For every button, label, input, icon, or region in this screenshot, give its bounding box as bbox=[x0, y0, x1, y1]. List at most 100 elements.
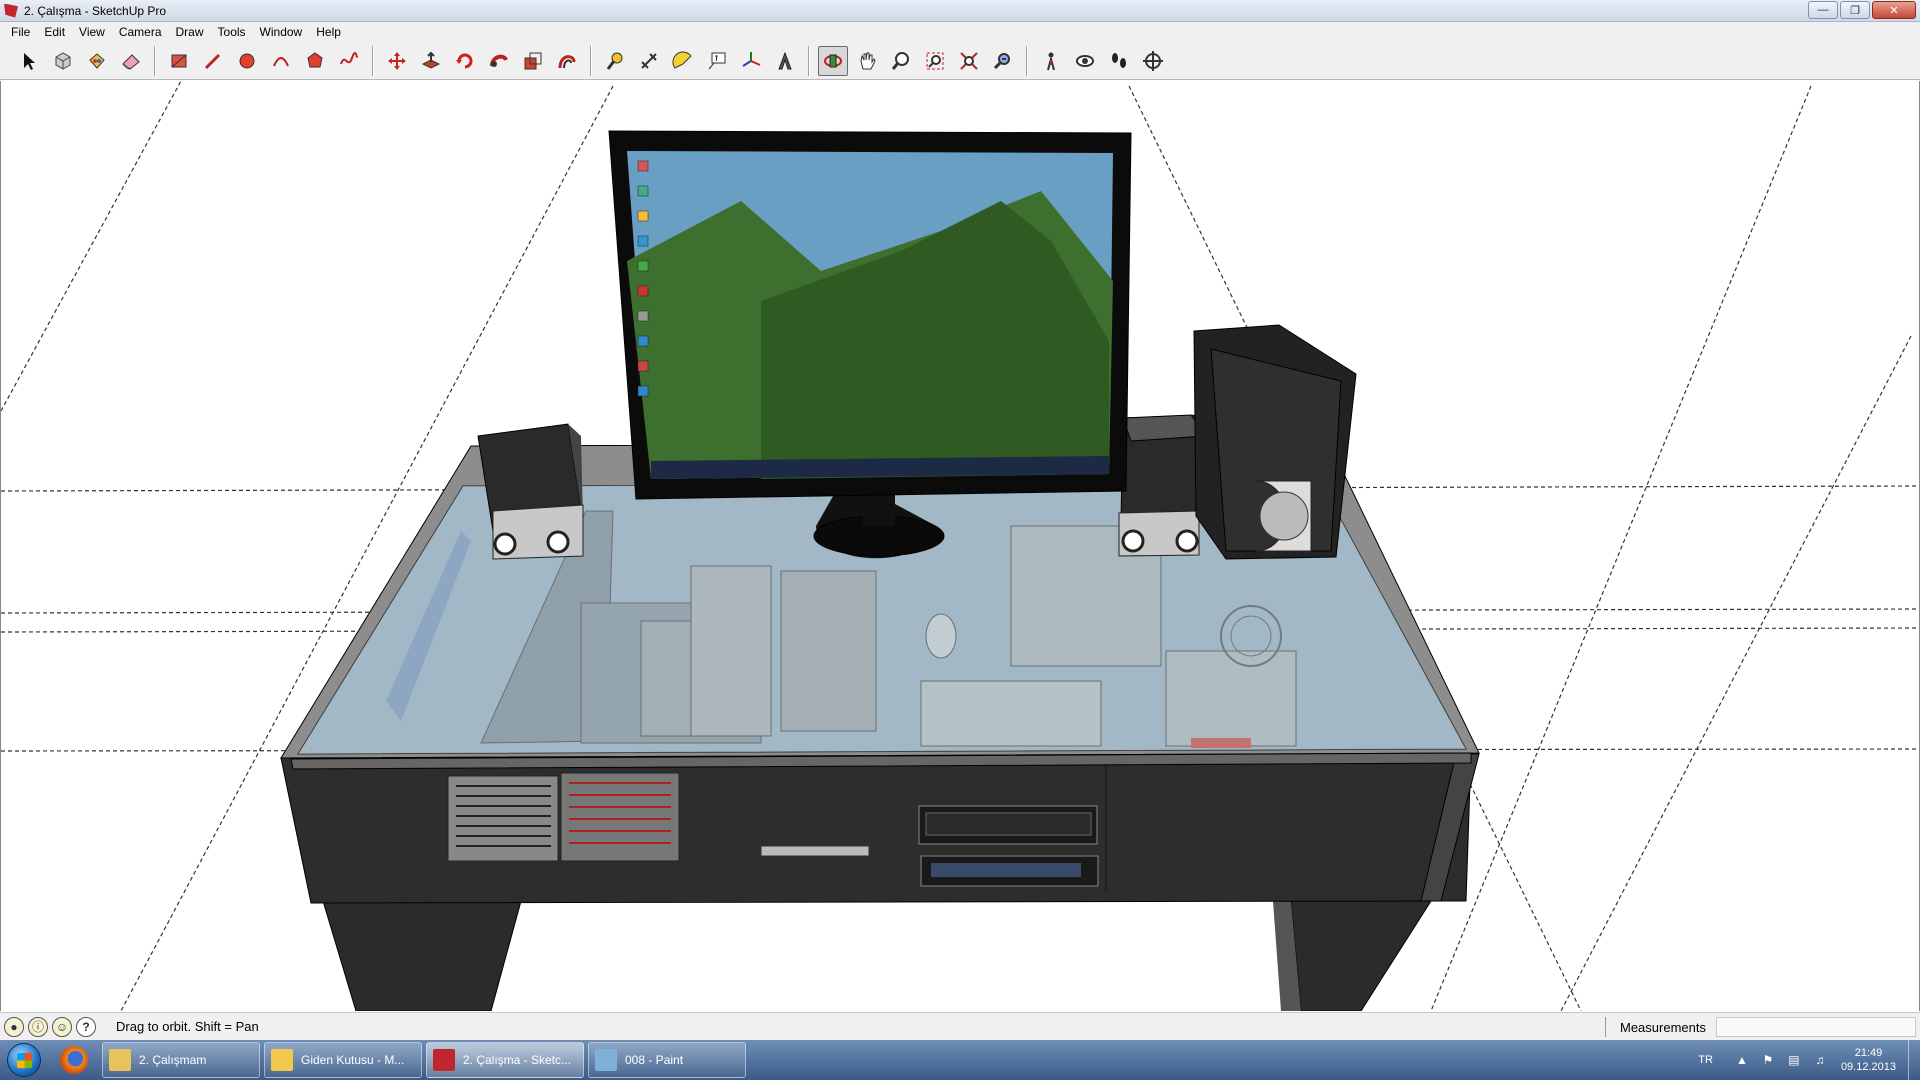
menu-tools[interactable]: Tools bbox=[211, 25, 253, 39]
rectangle-tool[interactable] bbox=[164, 46, 194, 76]
3d-text-tool[interactable] bbox=[770, 46, 800, 76]
task-outlook[interactable]: Giden Kutusu - M... bbox=[264, 1042, 422, 1078]
paint-bucket-icon bbox=[89, 52, 105, 69]
pan-icon bbox=[860, 52, 876, 69]
right-small-speaker bbox=[1118, 414, 1207, 557]
protractor-icon bbox=[672, 51, 692, 69]
system-tray: TR ▲ ⚑ ▤ ♫ 21:49 09.12.2013 bbox=[1698, 1040, 1920, 1080]
arc-icon bbox=[273, 56, 289, 66]
zoom-tool[interactable] bbox=[886, 46, 916, 76]
position-camera-icon bbox=[1047, 52, 1055, 70]
language-indicator[interactable]: TR bbox=[1698, 1054, 1713, 1066]
minimize-button[interactable]: — bbox=[1808, 1, 1838, 19]
text-tool[interactable] bbox=[702, 46, 732, 76]
3d-text-icon bbox=[778, 51, 792, 69]
menu-edit[interactable]: Edit bbox=[37, 25, 72, 39]
select-icon bbox=[24, 52, 35, 70]
paint-bucket-tool[interactable] bbox=[82, 46, 112, 76]
pan-tool[interactable] bbox=[852, 46, 882, 76]
menu-window[interactable]: Window bbox=[253, 25, 310, 39]
firefox-pinned[interactable] bbox=[48, 1041, 100, 1079]
tape-measure-icon bbox=[606, 52, 623, 70]
clock-time: 21:49 bbox=[1854, 1047, 1883, 1059]
scale-tool[interactable] bbox=[518, 46, 548, 76]
freehand-icon bbox=[340, 51, 358, 64]
menu-file[interactable]: File bbox=[4, 25, 37, 39]
rotate-tool[interactable] bbox=[450, 46, 480, 76]
offset-tool[interactable] bbox=[552, 46, 582, 76]
subwoofer bbox=[1193, 324, 1357, 560]
folder-icon bbox=[109, 1049, 131, 1071]
arc-tool[interactable] bbox=[266, 46, 296, 76]
volume-icon[interactable]: ♫ bbox=[1813, 1053, 1827, 1067]
task-folder[interactable]: 2. Çalışmam bbox=[102, 1042, 260, 1078]
toolbar-separator bbox=[154, 45, 156, 76]
window-title: 2. Çalışma - SketchUp Pro bbox=[24, 3, 167, 18]
polygon-tool[interactable] bbox=[300, 46, 330, 76]
zoom-window-tool[interactable] bbox=[920, 46, 950, 76]
geo-location-icon[interactable]: ● bbox=[4, 1016, 24, 1037]
scale-icon bbox=[524, 52, 542, 69]
dimension-icon bbox=[641, 52, 657, 69]
dimension-tool[interactable] bbox=[634, 46, 664, 76]
show-hidden-icons-icon[interactable]: ▲ bbox=[1735, 1053, 1749, 1067]
eraser-tool[interactable] bbox=[116, 46, 146, 76]
zoom-window-icon bbox=[926, 52, 944, 69]
sketchup-logo-icon bbox=[4, 3, 18, 18]
menu-view[interactable]: View bbox=[72, 25, 112, 39]
model-viewport[interactable] bbox=[0, 81, 1920, 1011]
position-camera-tool[interactable] bbox=[1036, 46, 1066, 76]
text-icon bbox=[708, 52, 726, 69]
measurements-input[interactable] bbox=[1716, 1017, 1916, 1037]
maximize-button[interactable]: ❐ bbox=[1840, 1, 1870, 19]
task-paint[interactable]: 008 - Paint bbox=[588, 1042, 746, 1078]
move-tool[interactable] bbox=[382, 46, 412, 76]
circle-icon bbox=[239, 53, 255, 68]
measurements-divider bbox=[1605, 1017, 1606, 1037]
toolbar bbox=[0, 42, 1920, 80]
look-around-tool[interactable] bbox=[1070, 46, 1100, 76]
offset-icon bbox=[558, 54, 576, 68]
task-label: 2. Çalışmam bbox=[139, 1053, 207, 1067]
task-sketchup[interactable]: 2. Çalışma - Sketc... bbox=[426, 1042, 584, 1078]
menu-help[interactable]: Help bbox=[309, 25, 348, 39]
rectangle-icon bbox=[171, 54, 187, 67]
push-pull-tool[interactable] bbox=[416, 46, 446, 76]
make-component-tool[interactable] bbox=[48, 46, 78, 76]
menu-camera[interactable]: Camera bbox=[112, 25, 169, 39]
action-center-flag-icon[interactable]: ⚑ bbox=[1761, 1053, 1775, 1067]
sign-in-icon[interactable]: ☺ bbox=[52, 1016, 72, 1037]
zoom-extents-tool[interactable] bbox=[954, 46, 984, 76]
table-legs bbox=[322, 900, 1432, 1011]
line-tool[interactable] bbox=[198, 46, 228, 76]
task-label: 008 - Paint bbox=[625, 1053, 684, 1067]
follow-me-tool[interactable] bbox=[484, 46, 514, 76]
move-icon bbox=[388, 51, 406, 70]
window-controls: — ❐ ✕ bbox=[1808, 1, 1916, 19]
axes-icon bbox=[742, 51, 761, 67]
walk-tool[interactable] bbox=[1104, 46, 1134, 76]
menu-draw[interactable]: Draw bbox=[169, 25, 211, 39]
show-desktop-button[interactable] bbox=[1908, 1040, 1920, 1080]
help-icon[interactable]: ? bbox=[76, 1016, 96, 1037]
make-component-icon bbox=[55, 51, 71, 70]
toolbar-separator bbox=[372, 45, 374, 76]
orbit-tool[interactable] bbox=[818, 45, 848, 76]
network-icon[interactable]: ▤ bbox=[1787, 1053, 1801, 1067]
previous-view-tool[interactable] bbox=[988, 46, 1018, 76]
close-button[interactable]: ✕ bbox=[1872, 1, 1916, 19]
credits-icon[interactable]: ⓘ bbox=[28, 1016, 48, 1037]
push-pull-icon bbox=[421, 51, 441, 69]
zoom-extents-icon bbox=[960, 51, 978, 70]
section-plane-tool[interactable] bbox=[1138, 46, 1168, 76]
axes-tool[interactable] bbox=[736, 46, 766, 76]
rotate-icon bbox=[456, 53, 473, 68]
freehand-tool[interactable] bbox=[334, 46, 364, 76]
status-bar: ● ⓘ ☺ ? Drag to orbit. Shift = Pan Measu… bbox=[0, 1012, 1920, 1040]
start-button[interactable] bbox=[0, 1040, 48, 1080]
protractor-tool[interactable] bbox=[668, 46, 698, 76]
select-tool[interactable] bbox=[14, 46, 44, 76]
clock[interactable]: 21:49 09.12.2013 bbox=[1841, 1046, 1896, 1074]
circle-tool[interactable] bbox=[232, 46, 262, 76]
tape-measure-tool[interactable] bbox=[600, 46, 630, 76]
